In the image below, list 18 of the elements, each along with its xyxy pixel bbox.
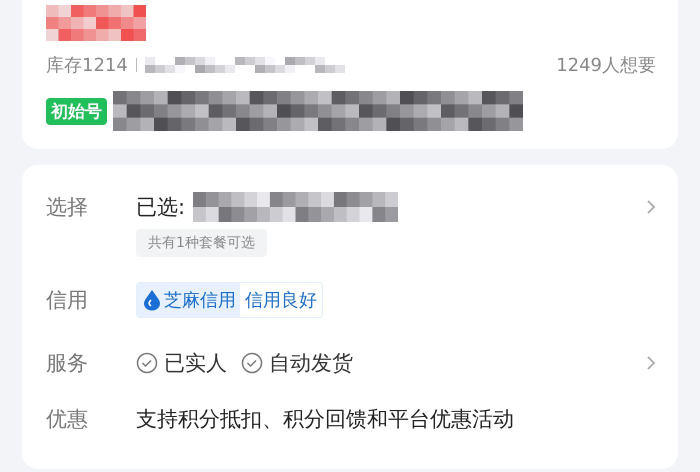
account-tag: 初始号 [46, 98, 107, 124]
check-circle-icon [241, 352, 263, 374]
chevron-right-icon[interactable] [646, 355, 656, 371]
stock-count: 库存1214 [46, 54, 128, 77]
field-label: 服务 [46, 350, 89, 377]
promo-text: 支持积分抵扣、积分回馈和平台优惠活动 [136, 406, 514, 433]
package-hint: 共有1种套餐可选 [136, 229, 267, 257]
service-item: 自动发货 [269, 350, 353, 377]
chevron-right-icon[interactable] [646, 199, 656, 215]
credit-badge: 芝麻信用 信用良好 [136, 282, 323, 318]
field-label: 信用 [46, 287, 89, 314]
check-circle-icon [136, 352, 158, 374]
service-item: 已实人 [164, 350, 227, 377]
selected-label: 已选: [136, 194, 186, 221]
drop-icon [143, 289, 161, 311]
field-label: 选择 [46, 194, 89, 221]
wants-count: 1249人想要 [556, 54, 656, 77]
field-label: 优惠 [46, 406, 89, 433]
